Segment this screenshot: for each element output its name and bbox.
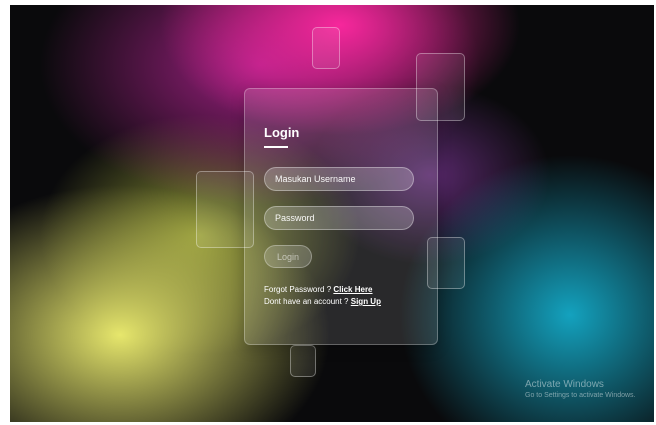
- click-here-link[interactable]: Click Here: [333, 285, 372, 294]
- activate-windows-watermark: Activate Windows Go to Settings to activ…: [525, 379, 636, 399]
- desktop-background: Login Login Forgot Password ? Click Here…: [10, 5, 654, 422]
- username-input[interactable]: [264, 167, 414, 191]
- watermark-subtitle: Go to Settings to activate Windows.: [525, 392, 636, 399]
- signup-text: Dont have an account ?: [264, 297, 349, 306]
- watermark-title: Activate Windows: [525, 379, 604, 390]
- login-title: Login: [264, 125, 300, 140]
- decorative-glass-square: [312, 27, 340, 69]
- decorative-glass-square: [290, 345, 316, 377]
- signup-row: Dont have an account ? Sign Up: [264, 297, 381, 306]
- title-underline: [264, 146, 288, 148]
- login-button[interactable]: Login: [264, 245, 312, 268]
- forgot-password-text: Forgot Password ?: [264, 285, 332, 294]
- login-card: Login Login Forgot Password ? Click Here…: [244, 88, 438, 345]
- password-input[interactable]: [264, 206, 414, 230]
- sign-up-link[interactable]: Sign Up: [351, 297, 381, 306]
- forgot-password-row: Forgot Password ? Click Here: [264, 285, 373, 294]
